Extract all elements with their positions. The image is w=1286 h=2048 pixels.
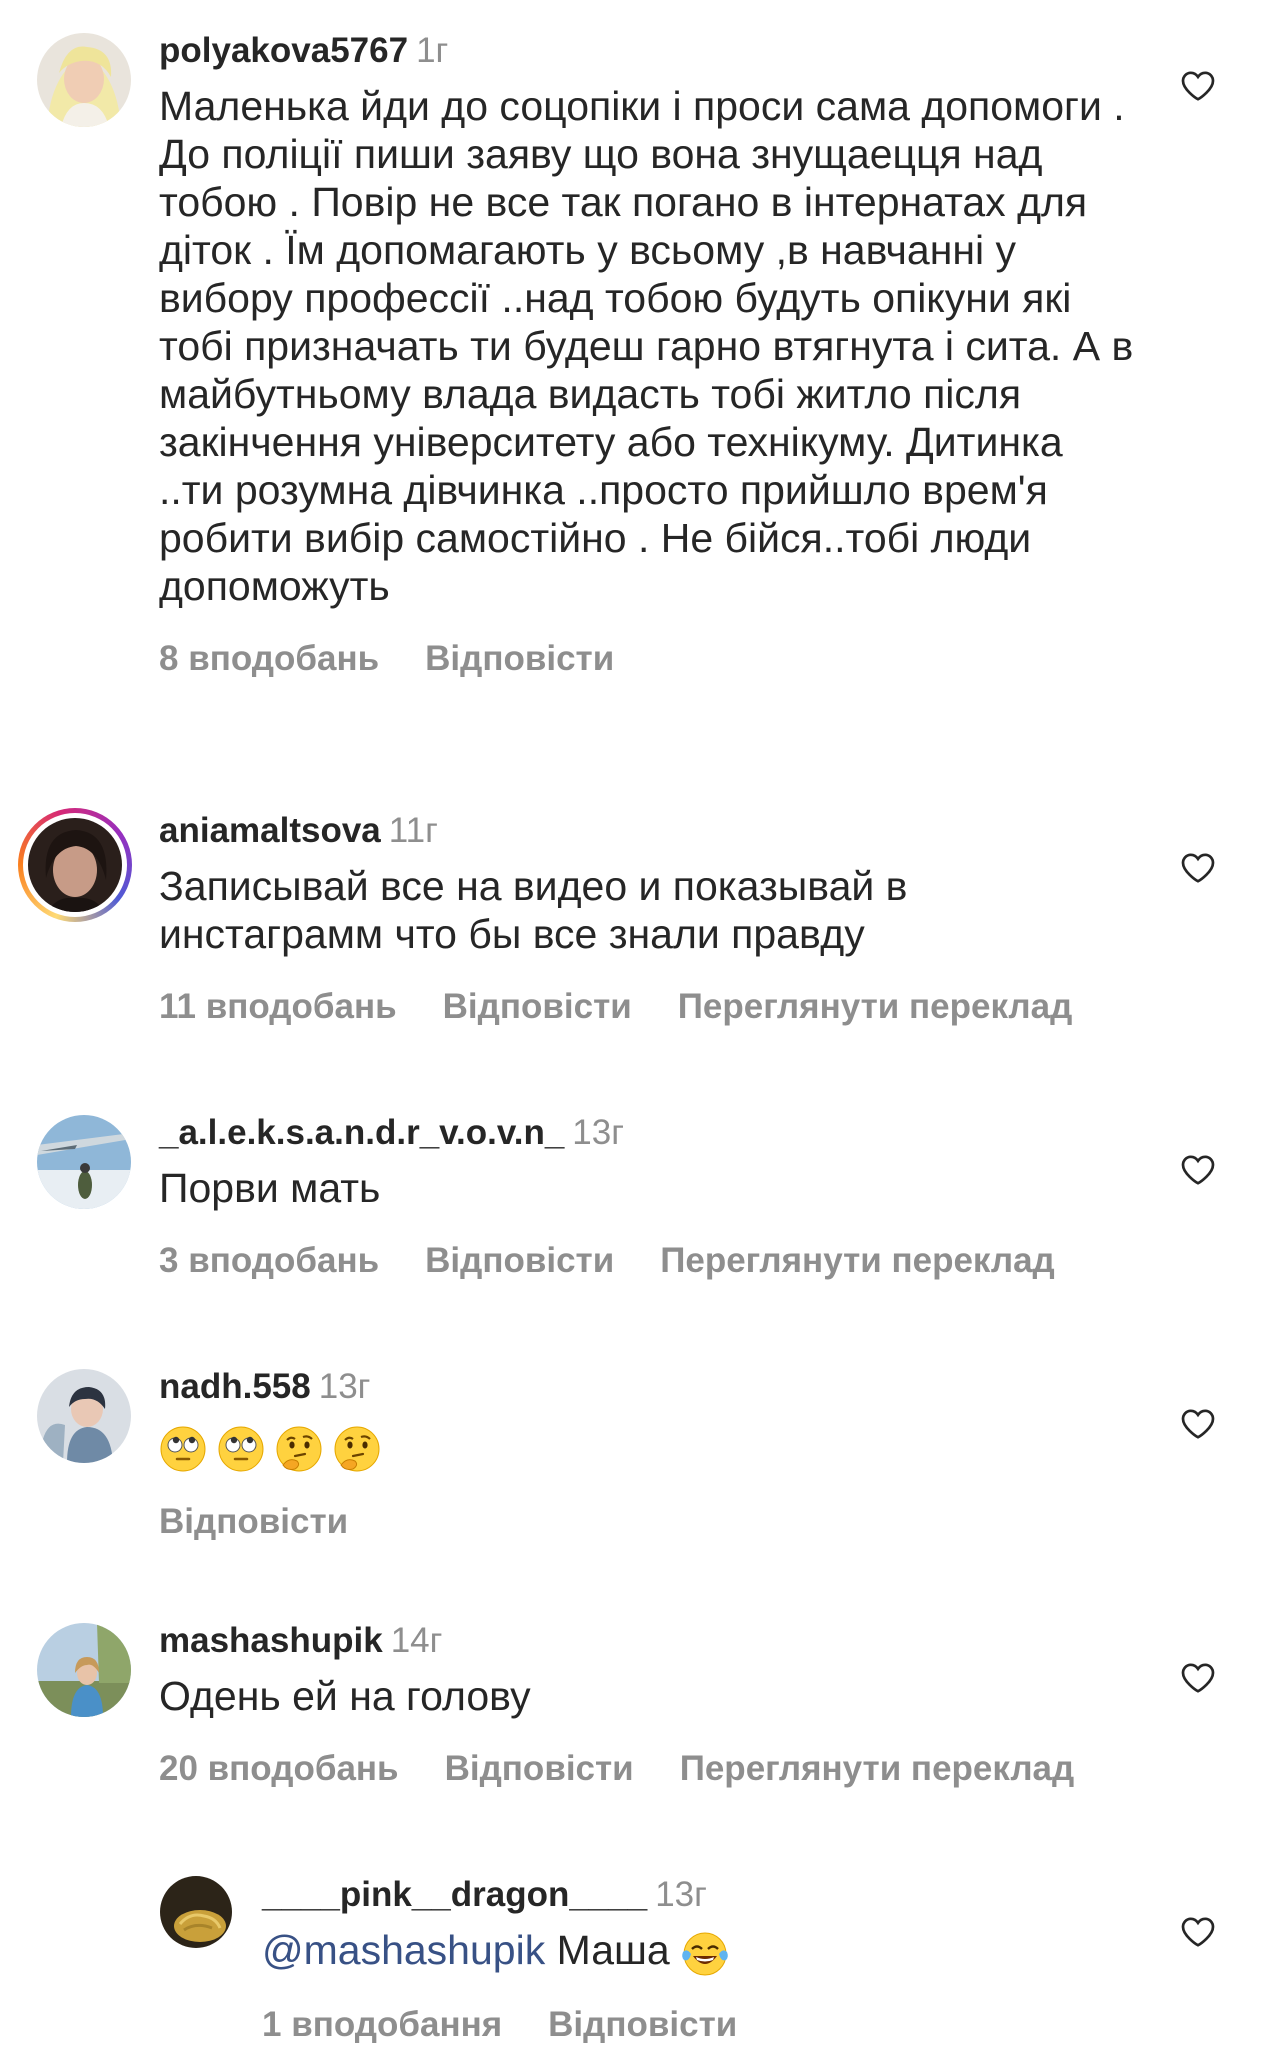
comment-header: _a.l.e.k.s.a.n.d.r_v.o.v.n_ 13г xyxy=(159,1110,1136,1156)
thinking-face-icon xyxy=(275,1425,323,1473)
reply-button[interactable]: Відповісти xyxy=(443,987,632,1026)
heart-outline-icon[interactable] xyxy=(1180,1660,1216,1696)
comment-emojis xyxy=(159,1422,1136,1473)
heart-outline-icon[interactable] xyxy=(1180,68,1216,104)
face-with-rolling-eyes-icon xyxy=(217,1425,265,1473)
timestamp: 14г xyxy=(390,1621,443,1660)
timestamp: 13г xyxy=(318,1367,371,1406)
see-translation-button[interactable]: Переглянути переклад xyxy=(678,987,1073,1026)
mention-link[interactable]: @mashashupik xyxy=(262,1927,545,1973)
heart-outline-icon[interactable] xyxy=(1180,1914,1216,1950)
reply-button[interactable]: Відповісти xyxy=(445,1749,634,1788)
avatar[interactable] xyxy=(37,1623,131,1717)
see-translation-button[interactable]: Переглянути переклад xyxy=(660,1241,1055,1280)
timestamp: 1г xyxy=(416,31,449,70)
comment-text: Порви мать xyxy=(159,1165,381,1211)
avatar[interactable] xyxy=(37,1369,131,1463)
username[interactable]: aniamaltsova xyxy=(159,811,381,850)
likes-count[interactable]: 20 вподобань xyxy=(159,1749,399,1788)
avatar[interactable] xyxy=(37,1115,131,1209)
likes-count[interactable]: 3 вподобань xyxy=(159,1241,379,1280)
comment-header: polyakova5767 1г xyxy=(159,28,1136,74)
timestamp: 13г xyxy=(655,1875,707,1914)
username[interactable]: nadh.558 xyxy=(159,1367,311,1406)
username[interactable]: mashashupik xyxy=(159,1621,383,1660)
avatar xyxy=(28,818,122,912)
comment-actions: 3 вподобань Відповісти Переглянути перекла… xyxy=(159,1238,1136,1284)
avatar[interactable] xyxy=(37,33,131,127)
heart-outline-icon[interactable] xyxy=(1180,1406,1216,1442)
avatar-story-ring[interactable] xyxy=(18,808,132,922)
timestamp: 13г xyxy=(572,1113,624,1152)
comment-actions: 8 вподобань Відповісти xyxy=(159,636,1136,682)
see-translation-button[interactable]: Переглянути переклад xyxy=(680,1749,1075,1788)
reply-button[interactable]: Відповісти xyxy=(159,1502,348,1541)
comment-actions: 1 вподобання Відповісти xyxy=(262,2002,1136,2048)
comment-text: Одень ей на голову xyxy=(159,1673,531,1719)
likes-count[interactable]: 8 вподобань xyxy=(159,639,379,678)
avatar[interactable] xyxy=(160,1876,232,1948)
reply-button[interactable]: Відповісти xyxy=(548,2005,737,2044)
comment-header: mashashupik 14г xyxy=(159,1618,1136,1664)
likes-count[interactable]: 1 вподобання xyxy=(262,2005,502,2044)
comment-text-body: Маша xyxy=(556,1927,670,1973)
reply-button[interactable]: Відповісти xyxy=(425,639,614,678)
comment-actions: 20 вподобань Відповісти Переглянути перекл… xyxy=(159,1746,1136,1792)
face-with-rolling-eyes-icon xyxy=(159,1425,207,1473)
comment-header: aniamaltsova 11г xyxy=(159,808,1136,854)
comment-actions: Відповісти xyxy=(159,1499,1136,1545)
thinking-face-icon xyxy=(333,1425,381,1473)
heart-outline-icon[interactable] xyxy=(1180,850,1216,886)
username[interactable]: ____pink__dragon____ xyxy=(262,1875,647,1914)
username[interactable]: polyakova5767 xyxy=(159,31,408,70)
comment-actions: 11 вподобань Відповісти Переглянути перекл… xyxy=(159,984,1136,1030)
avatar-ring-gap xyxy=(23,813,127,917)
comment-text: @mashashupik Маша xyxy=(262,1926,1136,1976)
likes-count[interactable]: 11 вподобань xyxy=(159,987,397,1026)
comment-header: nadh.558 13г xyxy=(159,1364,1136,1410)
timestamp: 11г xyxy=(388,811,438,850)
reply-button[interactable]: Відповісти xyxy=(425,1241,614,1280)
comment-header: ____pink__dragon____ 13г xyxy=(262,1872,1136,1918)
heart-outline-icon[interactable] xyxy=(1180,1152,1216,1188)
comment-text: Записывай все на видео и показывай в инс… xyxy=(159,863,908,957)
face-with-tears-of-joy-icon xyxy=(681,1930,728,1976)
comment-text: Маленька йди до соцопіки і проси сама до… xyxy=(159,83,1134,609)
username[interactable]: _a.l.e.k.s.a.n.d.r_v.o.v.n_ xyxy=(159,1113,564,1152)
